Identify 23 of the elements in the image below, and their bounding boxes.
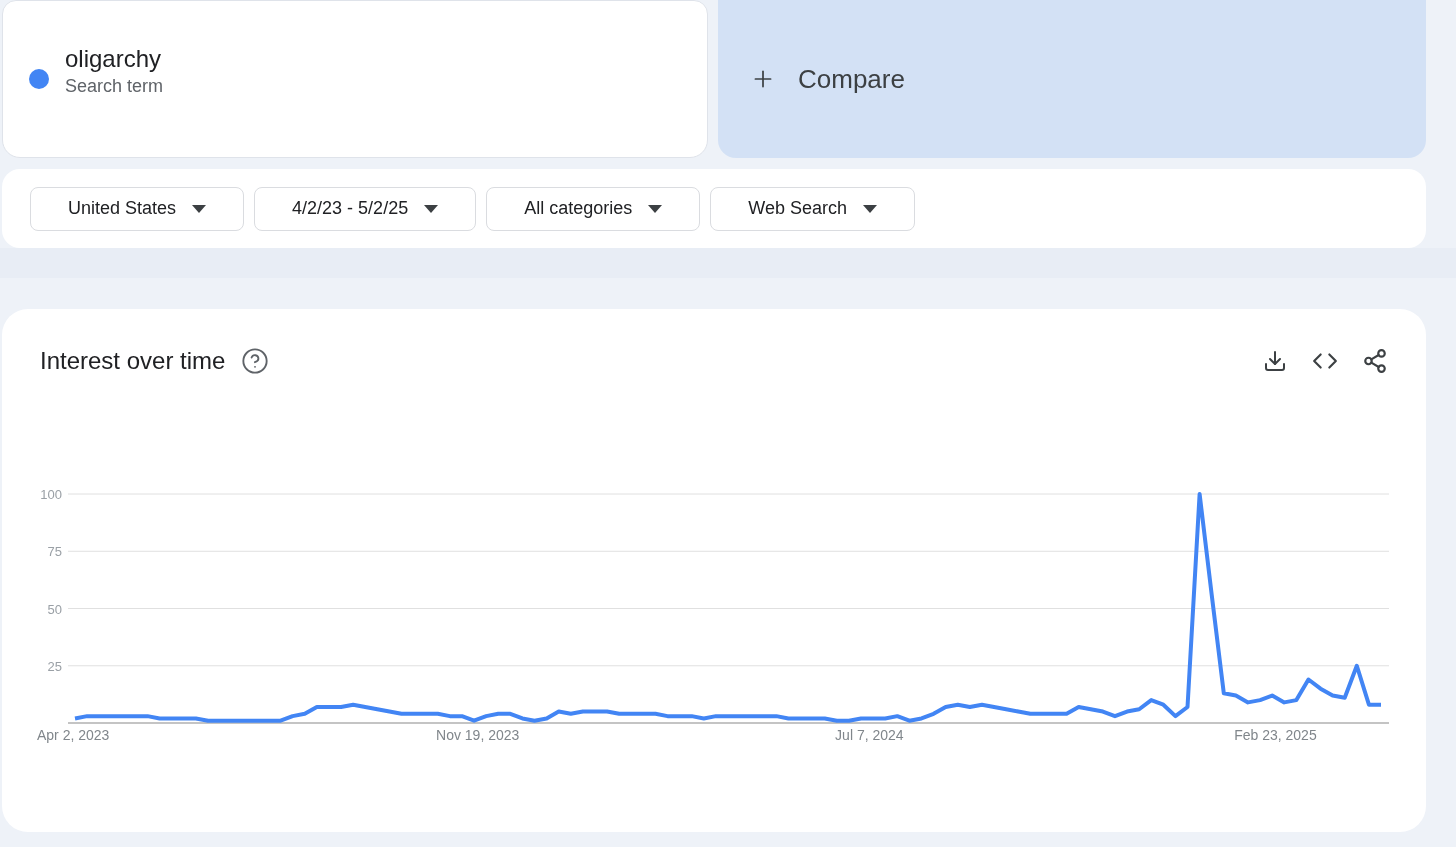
chart-title: Interest over time: [40, 345, 226, 376]
search-term-subtitle: Search term: [65, 75, 164, 97]
y-tick-label: 25: [47, 658, 62, 674]
filter-dropdown[interactable]: Web Search: [710, 186, 915, 231]
x-tick-label: Jul 7, 2024: [835, 726, 904, 743]
caret-icon: [192, 204, 207, 213]
y-tick-label: 100: [40, 486, 62, 502]
filter-dropdown[interactable]: United States: [30, 186, 245, 231]
filter-dropdown[interactable]: 4/2/23 - 5/2/25: [254, 186, 477, 231]
y-tick-label: 75: [47, 544, 62, 560]
search-term: oligarchy: [65, 44, 163, 74]
caret-icon: [648, 204, 663, 213]
share-icon[interactable]: [1362, 347, 1388, 374]
help-icon[interactable]: [241, 346, 270, 375]
compare-button[interactable]: Compare: [718, 0, 1426, 158]
x-tick-label: Nov 19, 2023: [436, 726, 520, 743]
caret-icon: [862, 204, 877, 213]
y-tick-label: 50: [47, 601, 62, 617]
x-tick-label: Feb 23, 2025: [1234, 726, 1317, 743]
filter-dropdown[interactable]: All categories: [486, 186, 701, 231]
caret-icon: [424, 204, 439, 213]
download-icon[interactable]: [1263, 348, 1287, 373]
x-tick-label: Apr 2, 2023: [37, 726, 110, 743]
